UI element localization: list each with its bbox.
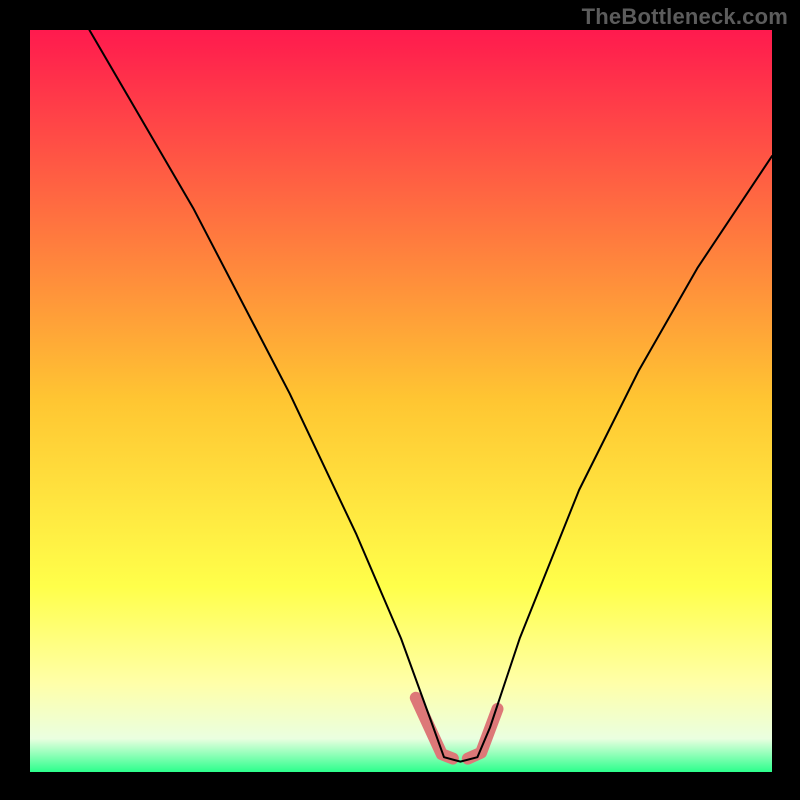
watermark-label: TheBottleneck.com: [582, 4, 788, 30]
chart-frame: { "watermark": "TheBottleneck.com", "cha…: [0, 0, 800, 800]
bottleneck-chart: [0, 0, 800, 800]
plot-background: [30, 30, 772, 772]
